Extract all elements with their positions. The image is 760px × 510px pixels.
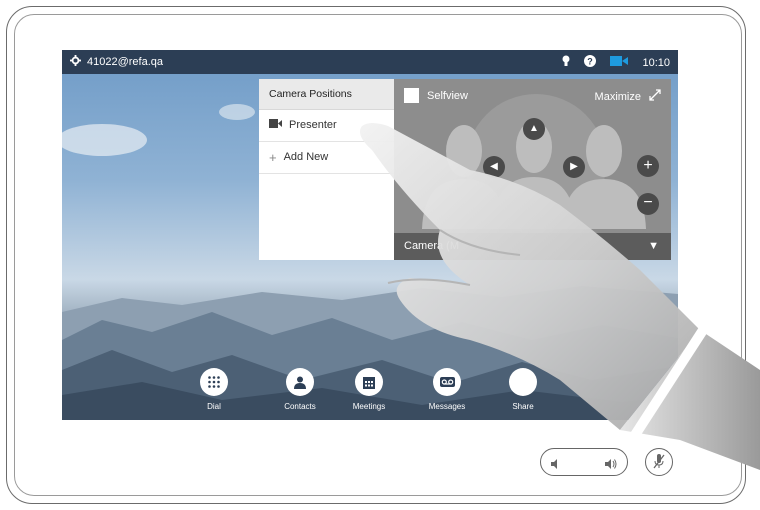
camera-positions-title: Camera Positions — [259, 79, 394, 110]
volume-down-icon[interactable] — [551, 456, 561, 474]
volume-up-icon[interactable] — [605, 456, 617, 474]
zoom-out-button[interactable]: − — [637, 193, 659, 215]
selfview-checkbox[interactable] — [404, 88, 419, 103]
maximize-button[interactable]: Maximize — [595, 88, 661, 106]
camera-positions-menu: Camera Positions Presenter + Add New — [259, 79, 394, 260]
dock-meetings-label: Meetings — [352, 402, 386, 411]
camera-icon[interactable] — [610, 55, 629, 70]
maximize-label: Maximize — [594, 91, 641, 103]
share-icon — [509, 368, 537, 396]
dock-messages[interactable]: Messages — [417, 368, 477, 411]
selfview-panel: Selfview Maximize ▲ ◀ ▶ + − Camera (M ▼ — [394, 79, 671, 260]
sip-address: 41022@refa.qa — [87, 56, 164, 68]
gear-icon[interactable] — [70, 55, 81, 69]
camera-select-bar[interactable]: Camera (M ▼ — [394, 233, 671, 260]
dock-contacts-label: Contacts — [284, 402, 316, 411]
expand-icon — [649, 88, 661, 106]
camera-position-presenter[interactable]: Presenter — [259, 110, 394, 142]
microphone-muted-icon — [653, 454, 665, 474]
chevron-down-icon: ▼ — [648, 240, 659, 252]
dock-messages-label: Messages — [428, 402, 466, 411]
pan-right-button[interactable]: ▶ — [563, 156, 585, 178]
status-bar: 41022@refa.qa ? 10:10 — [62, 50, 678, 74]
lightbulb-icon[interactable] — [562, 55, 570, 70]
dock: Dial Contacts Meetings Messages Share — [62, 368, 678, 420]
add-new-position[interactable]: + Add New — [259, 142, 394, 174]
dock-share-label: Share — [512, 402, 534, 411]
camera-icon — [269, 110, 282, 141]
plus-icon: + — [269, 150, 277, 165]
selfview-label: Selfview — [427, 89, 468, 102]
dock-dial-label: Dial — [207, 402, 221, 411]
help-icon[interactable]: ? — [584, 55, 597, 70]
dock-meetings[interactable]: Meetings — [339, 368, 399, 411]
presenter-label: Presenter — [289, 119, 337, 131]
dock-contacts[interactable]: Contacts — [270, 368, 330, 411]
zoom-in-button[interactable]: + — [637, 155, 659, 177]
keypad-icon — [200, 368, 228, 396]
add-new-label: Add New — [283, 151, 329, 163]
mute-button[interactable] — [645, 448, 673, 476]
volume-control[interactable] — [540, 448, 628, 476]
calendar-icon — [355, 368, 383, 396]
pan-left-button[interactable]: ◀ — [483, 156, 505, 178]
svg-text:?: ? — [588, 57, 594, 67]
dock-share[interactable]: Share — [493, 368, 553, 411]
camera-select-label: Camera (M — [404, 240, 460, 252]
touch-screen: 41022@refa.qa ? 10:10 Camera Positions P… — [62, 50, 678, 420]
dock-dial[interactable]: Dial — [184, 368, 244, 411]
clock: 10:10 — [642, 56, 670, 69]
pan-up-button[interactable]: ▲ — [523, 118, 545, 140]
person-icon — [286, 368, 314, 396]
voicemail-icon — [433, 368, 461, 396]
